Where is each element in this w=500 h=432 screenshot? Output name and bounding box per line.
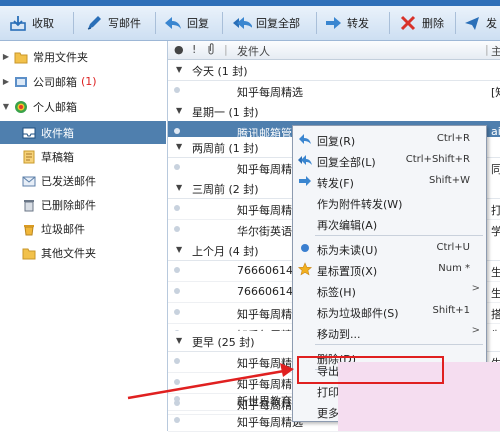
annotation-arrow-icon — [127, 363, 294, 400]
